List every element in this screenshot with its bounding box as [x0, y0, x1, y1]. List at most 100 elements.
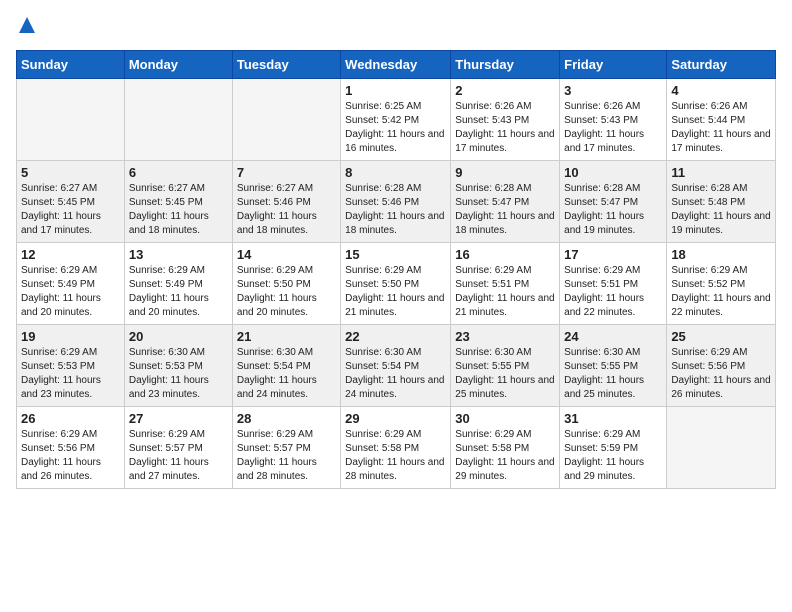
- day-info: Sunrise: 6:29 AM Sunset: 5:57 PM Dayligh…: [237, 428, 336, 484]
- day-number: 9: [455, 165, 555, 180]
- weekday-header-sunday: Sunday: [17, 51, 125, 79]
- weekday-header-saturday: Saturday: [667, 51, 776, 79]
- calendar-cell: 9 Sunrise: 6:28 AM Sunset: 5:47 PM Daylig…: [451, 161, 560, 243]
- day-info: Sunrise: 6:28 AM Sunset: 5:47 PM Dayligh…: [564, 182, 662, 238]
- calendar-cell: 12 Sunrise: 6:29 AM Sunset: 5:49 PM Dayli…: [17, 243, 125, 325]
- weekday-header-row: SundayMondayTuesdayWednesdayThursdayFrid…: [17, 51, 776, 79]
- day-number: 5: [21, 165, 120, 180]
- day-info: Sunrise: 6:29 AM Sunset: 5:49 PM Dayligh…: [21, 264, 120, 320]
- calendar-table: SundayMondayTuesdayWednesdayThursdayFrid…: [16, 50, 776, 489]
- calendar-cell: 23Sunrise: 6:30 AM Sunset: 5:55 PM Dayli…: [451, 325, 560, 407]
- day-info: Sunrise: 6:29 AM Sunset: 5:50 PM Dayligh…: [345, 264, 446, 320]
- calendar-cell: 24Sunrise: 6:30 AM Sunset: 5:55 PM Dayli…: [560, 325, 667, 407]
- day-number: 7: [237, 165, 336, 180]
- day-number: 16: [455, 247, 555, 262]
- calendar-cell: 2 Sunrise: 6:26 AM Sunset: 5:43 PM Daylig…: [451, 79, 560, 161]
- day-info: Sunrise: 6:29 AM Sunset: 5:57 PM Dayligh…: [129, 428, 228, 484]
- day-info: Sunrise: 6:25 AM Sunset: 5:42 PM Dayligh…: [345, 100, 446, 156]
- day-number: 22: [345, 329, 446, 344]
- calendar-cell: 5Sunrise: 6:27 AM Sunset: 5:45 PM Daylig…: [17, 161, 125, 243]
- day-info: Sunrise: 6:29 AM Sunset: 5:56 PM Dayligh…: [671, 346, 771, 402]
- day-info: Sunrise: 6:29 AM Sunset: 5:53 PM Dayligh…: [21, 346, 120, 402]
- calendar-cell: 1 Sunrise: 6:25 AM Sunset: 5:42 PM Daylig…: [341, 79, 451, 161]
- day-number: 24: [564, 329, 662, 344]
- day-info: Sunrise: 6:28 AM Sunset: 5:48 PM Dayligh…: [671, 182, 771, 238]
- day-number: 26: [21, 411, 120, 426]
- calendar-cell: 15 Sunrise: 6:29 AM Sunset: 5:50 PM Dayli…: [341, 243, 451, 325]
- day-number: 30: [455, 411, 555, 426]
- day-number: 25: [671, 329, 771, 344]
- day-number: 20: [129, 329, 228, 344]
- weekday-header-thursday: Thursday: [451, 51, 560, 79]
- day-info: Sunrise: 6:29 AM Sunset: 5:50 PM Dayligh…: [237, 264, 336, 320]
- day-number: 8: [345, 165, 446, 180]
- day-info: Sunrise: 6:29 AM Sunset: 5:52 PM Dayligh…: [671, 264, 771, 320]
- day-number: 6: [129, 165, 228, 180]
- day-info: Sunrise: 6:30 AM Sunset: 5:54 PM Dayligh…: [345, 346, 446, 402]
- calendar-cell: 17 Sunrise: 6:29 AM Sunset: 5:51 PM Dayli…: [560, 243, 667, 325]
- calendar-cell: 28 Sunrise: 6:29 AM Sunset: 5:57 PM Dayli…: [232, 407, 340, 489]
- day-number: 4: [671, 83, 771, 98]
- day-info: Sunrise: 6:29 AM Sunset: 5:58 PM Dayligh…: [455, 428, 555, 484]
- calendar-cell: 18 Sunrise: 6:29 AM Sunset: 5:52 PM Dayli…: [667, 243, 776, 325]
- logo-sail-icon: [18, 16, 36, 34]
- calendar-cell: 4 Sunrise: 6:26 AM Sunset: 5:44 PM Daylig…: [667, 79, 776, 161]
- day-info: Sunrise: 6:29 AM Sunset: 5:49 PM Dayligh…: [129, 264, 228, 320]
- day-info: Sunrise: 6:29 AM Sunset: 5:51 PM Dayligh…: [455, 264, 555, 320]
- day-number: 29: [345, 411, 446, 426]
- day-number: 3: [564, 83, 662, 98]
- calendar-cell: [232, 79, 340, 161]
- calendar-cell: 21 Sunrise: 6:30 AM Sunset: 5:54 PM Dayli…: [232, 325, 340, 407]
- page-header: [16, 16, 776, 40]
- calendar-cell: [667, 407, 776, 489]
- calendar-cell: 31Sunrise: 6:29 AM Sunset: 5:59 PM Dayli…: [560, 407, 667, 489]
- weekday-header-monday: Monday: [124, 51, 232, 79]
- day-info: Sunrise: 6:26 AM Sunset: 5:43 PM Dayligh…: [455, 100, 555, 156]
- calendar-cell: 25 Sunrise: 6:29 AM Sunset: 5:56 PM Dayli…: [667, 325, 776, 407]
- calendar-week-row: 26 Sunrise: 6:29 AM Sunset: 5:56 PM Dayli…: [17, 407, 776, 489]
- day-info: Sunrise: 6:27 AM Sunset: 5:46 PM Dayligh…: [237, 182, 336, 238]
- day-info: Sunrise: 6:29 AM Sunset: 5:58 PM Dayligh…: [345, 428, 446, 484]
- calendar-cell: 16 Sunrise: 6:29 AM Sunset: 5:51 PM Dayli…: [451, 243, 560, 325]
- calendar-cell: 20Sunrise: 6:30 AM Sunset: 5:53 PM Dayli…: [124, 325, 232, 407]
- day-number: 1: [345, 83, 446, 98]
- day-number: 2: [455, 83, 555, 98]
- day-info: Sunrise: 6:28 AM Sunset: 5:47 PM Dayligh…: [455, 182, 555, 238]
- day-number: 27: [129, 411, 228, 426]
- day-info: Sunrise: 6:27 AM Sunset: 5:45 PM Dayligh…: [129, 182, 228, 238]
- calendar-cell: 11 Sunrise: 6:28 AM Sunset: 5:48 PM Dayli…: [667, 161, 776, 243]
- calendar-cell: 19Sunrise: 6:29 AM Sunset: 5:53 PM Dayli…: [17, 325, 125, 407]
- day-info: Sunrise: 6:29 AM Sunset: 5:51 PM Dayligh…: [564, 264, 662, 320]
- day-info: Sunrise: 6:26 AM Sunset: 5:44 PM Dayligh…: [671, 100, 771, 156]
- calendar-cell: 29 Sunrise: 6:29 AM Sunset: 5:58 PM Dayli…: [341, 407, 451, 489]
- calendar-cell: 14 Sunrise: 6:29 AM Sunset: 5:50 PM Dayli…: [232, 243, 340, 325]
- day-number: 11: [671, 165, 771, 180]
- day-number: 28: [237, 411, 336, 426]
- day-number: 17: [564, 247, 662, 262]
- day-number: 10: [564, 165, 662, 180]
- day-number: 31: [564, 411, 662, 426]
- calendar-cell: [124, 79, 232, 161]
- calendar-week-row: 19Sunrise: 6:29 AM Sunset: 5:53 PM Dayli…: [17, 325, 776, 407]
- day-info: Sunrise: 6:29 AM Sunset: 5:56 PM Dayligh…: [21, 428, 120, 484]
- day-number: 21: [237, 329, 336, 344]
- calendar-cell: 3Sunrise: 6:26 AM Sunset: 5:43 PM Daylig…: [560, 79, 667, 161]
- calendar-cell: 22 Sunrise: 6:30 AM Sunset: 5:54 PM Dayli…: [341, 325, 451, 407]
- logo: [16, 16, 36, 40]
- day-number: 12: [21, 247, 120, 262]
- day-info: Sunrise: 6:30 AM Sunset: 5:54 PM Dayligh…: [237, 346, 336, 402]
- calendar-cell: [17, 79, 125, 161]
- calendar-week-row: 1 Sunrise: 6:25 AM Sunset: 5:42 PM Daylig…: [17, 79, 776, 161]
- day-info: Sunrise: 6:30 AM Sunset: 5:55 PM Dayligh…: [455, 346, 555, 402]
- day-number: 14: [237, 247, 336, 262]
- calendar-week-row: 12 Sunrise: 6:29 AM Sunset: 5:49 PM Dayli…: [17, 243, 776, 325]
- weekday-header-tuesday: Tuesday: [232, 51, 340, 79]
- day-number: 18: [671, 247, 771, 262]
- day-info: Sunrise: 6:28 AM Sunset: 5:46 PM Dayligh…: [345, 182, 446, 238]
- calendar-cell: 27 Sunrise: 6:29 AM Sunset: 5:57 PM Dayli…: [124, 407, 232, 489]
- weekday-header-wednesday: Wednesday: [341, 51, 451, 79]
- day-number: 15: [345, 247, 446, 262]
- calendar-cell: 8 Sunrise: 6:28 AM Sunset: 5:46 PM Daylig…: [341, 161, 451, 243]
- calendar-cell: 13Sunrise: 6:29 AM Sunset: 5:49 PM Dayli…: [124, 243, 232, 325]
- calendar-week-row: 5 Sunrise: 6:27 AM Sunset: 5:45 PM Daylig…: [17, 161, 776, 243]
